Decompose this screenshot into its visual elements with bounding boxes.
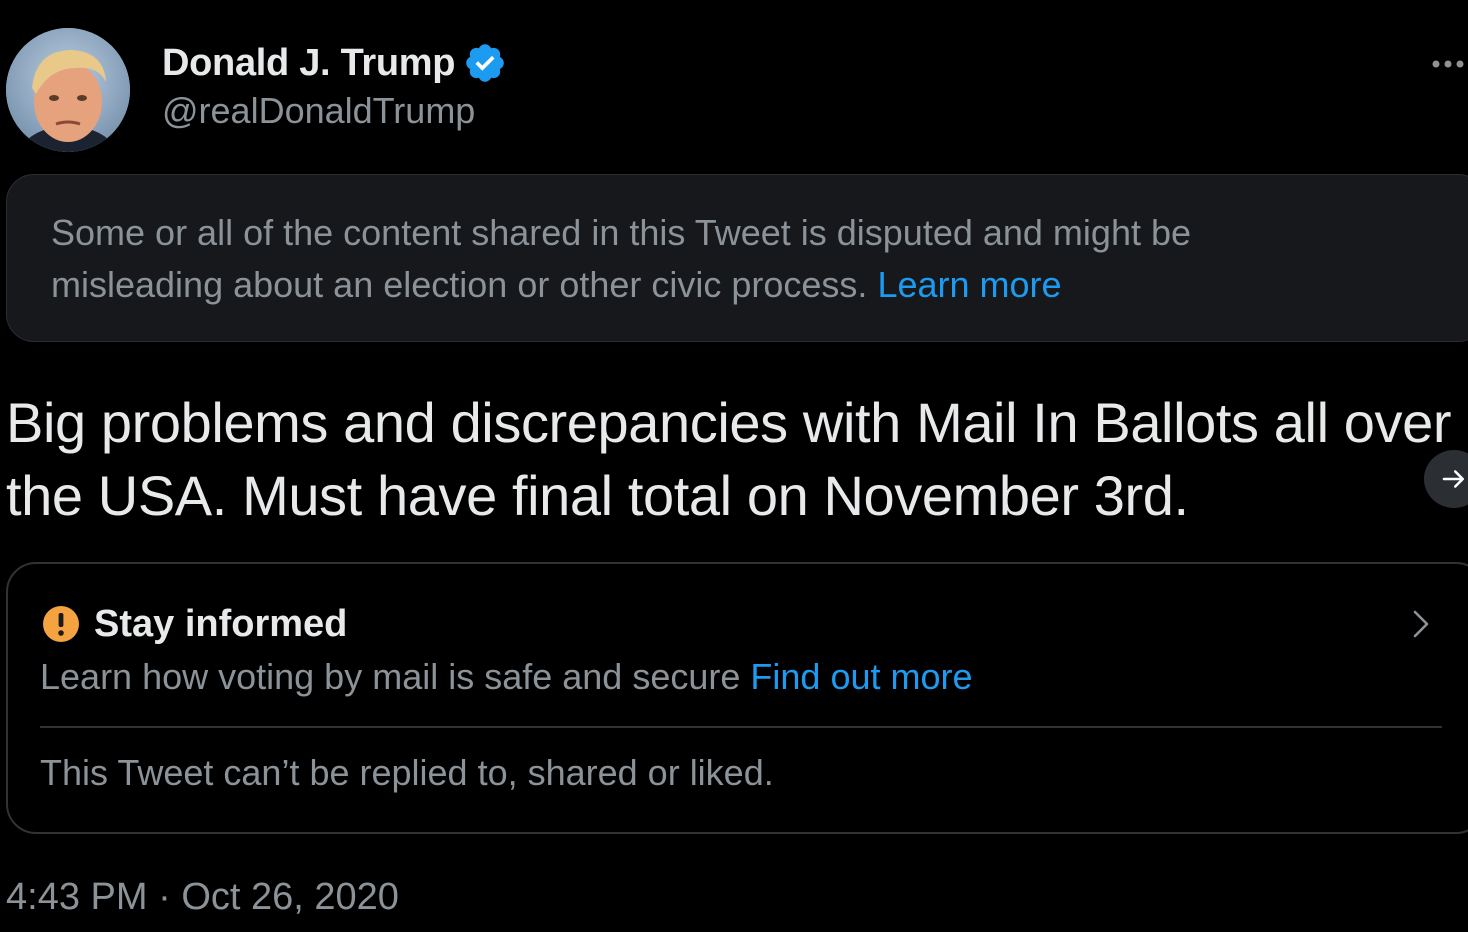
card-divider	[40, 726, 1442, 728]
more-options-icon[interactable]	[1428, 52, 1468, 76]
tweet-date: Oct 26, 2020	[181, 876, 399, 918]
display-name-row[interactable]: Donald J. Trump	[162, 38, 507, 88]
tweet-page: Donald J. Trump @realDonaldTrump Some or…	[0, 0, 1468, 932]
stay-informed-header: Stay informed	[42, 600, 347, 648]
display-name[interactable]: Donald J. Trump	[162, 42, 456, 85]
learn-more-link[interactable]: Learn more	[877, 264, 1061, 305]
stay-informed-card[interactable]: Stay informed Learn how voting by mail i…	[6, 562, 1468, 834]
alert-icon	[42, 605, 80, 643]
stay-informed-title: Stay informed	[94, 602, 348, 645]
tweet-text: Big problems and discrepancies with Mail…	[6, 391, 1452, 527]
disputed-notice: Some or all of the content shared in thi…	[6, 174, 1468, 342]
avatar-image	[6, 28, 130, 152]
user-handle[interactable]: @realDonaldTrump	[162, 90, 475, 132]
disputed-notice-text: Some or all of the content shared in thi…	[51, 207, 1351, 311]
stay-informed-subtitle: Learn how voting by mail is safe and sec…	[40, 656, 973, 698]
chevron-right-icon[interactable]	[1406, 604, 1436, 644]
timestamp-separator: ·	[158, 876, 171, 918]
restriction-notice: This Tweet can’t be replied to, shared o…	[40, 752, 774, 793]
stay-informed-message: Learn how voting by mail is safe and sec…	[40, 656, 741, 697]
verified-badge-icon	[463, 41, 507, 85]
tweet-time: 4:43 PM	[6, 876, 148, 918]
find-out-more-link[interactable]: Find out more	[750, 656, 972, 697]
tweet-timestamp[interactable]: 4:43 PM · Oct 26, 2020	[6, 876, 399, 919]
avatar[interactable]	[6, 28, 130, 152]
arrow-right-icon	[1442, 470, 1464, 488]
